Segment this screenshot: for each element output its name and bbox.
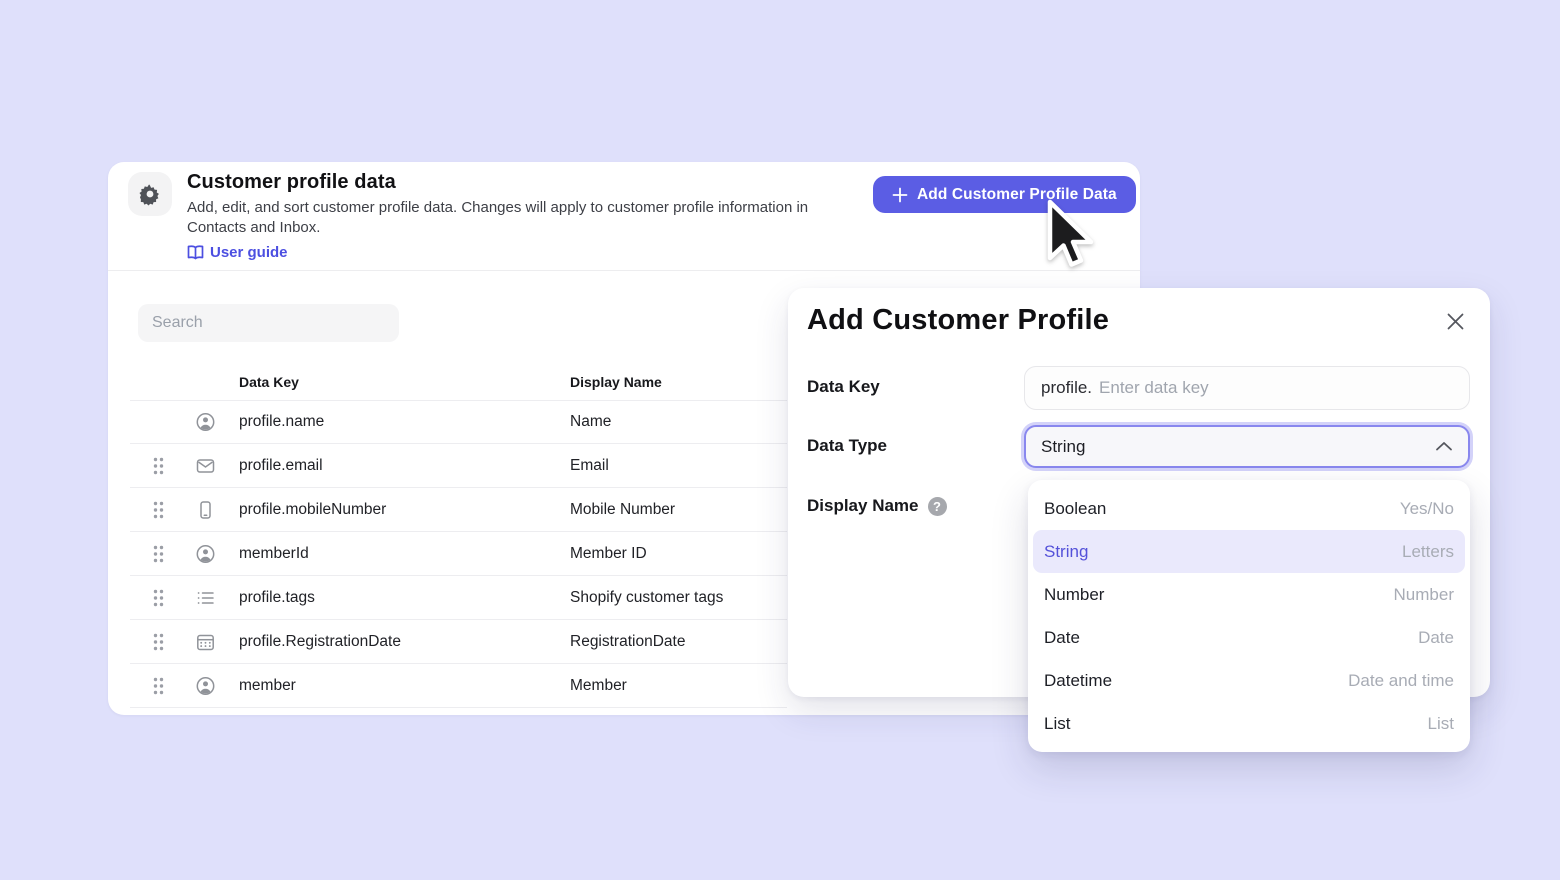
display-name-cell: Member ID — [570, 544, 647, 562]
gear-icon — [138, 182, 162, 206]
data-key-cell: profile.RegistrationDate — [239, 632, 401, 650]
header-divider — [108, 270, 1140, 271]
data-key-cell: memberId — [239, 544, 309, 562]
dropdown-option-boolean[interactable]: Boolean Yes/No — [1033, 487, 1465, 530]
list-icon — [196, 588, 215, 607]
display-name-cell: Name — [570, 412, 612, 430]
data-key-label: Data Key — [807, 377, 880, 396]
data-type-dropdown: Boolean Yes/No String Letters Number Num… — [1028, 480, 1470, 752]
drag-handle-icon[interactable] — [152, 676, 165, 695]
mouse-cursor-icon — [1042, 198, 1100, 280]
display-name-cell: RegistrationDate — [570, 632, 686, 650]
table-row: profile.mobileNumber Mobile Number — [130, 488, 787, 532]
table-row: profile.name Name — [130, 400, 787, 444]
display-name-cell: Shopify customer tags — [570, 588, 724, 606]
data-key-cell: profile.name — [239, 412, 325, 430]
column-header-data-key: Data Key — [239, 374, 299, 390]
drag-handle-icon[interactable] — [152, 632, 165, 651]
dropdown-option-datetime[interactable]: Datetime Date and time — [1033, 659, 1465, 702]
display-name-cell: Member — [570, 676, 627, 694]
modal-title: Add Customer Profile — [807, 304, 1110, 336]
data-key-cell: member — [239, 676, 296, 694]
data-key-input[interactable]: profile. Enter data key — [1024, 366, 1470, 410]
plus-icon — [892, 187, 908, 203]
display-name-cell: Mobile Number — [570, 500, 676, 518]
dropdown-option-list[interactable]: List List — [1033, 702, 1465, 745]
data-key-cell: profile.tags — [239, 588, 315, 606]
phone-icon — [196, 500, 215, 519]
data-type-select[interactable]: String — [1024, 425, 1470, 468]
display-name-cell: Email — [570, 456, 609, 474]
help-icon[interactable]: ? — [927, 496, 947, 516]
chevron-up-icon — [1435, 441, 1453, 452]
calendar-icon — [196, 632, 215, 651]
data-key-placeholder: Enter data key — [1099, 378, 1209, 397]
person-icon — [196, 676, 215, 695]
data-key-cell: profile.mobileNumber — [239, 500, 387, 518]
table-row: profile.RegistrationDate RegistrationDat… — [130, 620, 787, 664]
search-input[interactable]: Search — [138, 304, 399, 342]
dropdown-option-number[interactable]: Number Number — [1033, 573, 1465, 616]
search-placeholder: Search — [152, 314, 203, 331]
close-icon[interactable] — [1442, 308, 1468, 334]
table-row: member Member — [130, 664, 787, 708]
drag-handle-icon[interactable] — [152, 456, 165, 475]
data-key-prefix: profile. — [1041, 378, 1093, 397]
drag-handle-icon[interactable] — [152, 588, 165, 607]
page-title: Customer profile data — [187, 171, 396, 193]
data-type-label: Data Type — [807, 436, 887, 455]
person-icon — [196, 544, 215, 563]
table-row: profile.email Email — [130, 444, 787, 488]
page-background: Customer profile data Add, edit, and sor… — [0, 0, 1560, 880]
drag-handle-icon[interactable] — [152, 500, 165, 519]
table-body: profile.name Name profile.email Email pr… — [130, 400, 787, 715]
drag-handle-icon[interactable] — [152, 544, 165, 563]
table-row-partial — [130, 708, 787, 715]
settings-icon-badge — [128, 172, 172, 216]
person-icon — [196, 412, 215, 431]
envelope-icon — [196, 456, 215, 475]
column-header-display-name: Display Name — [570, 374, 662, 390]
data-type-value: String — [1041, 436, 1086, 456]
dropdown-option-string[interactable]: String Letters — [1033, 530, 1465, 573]
dropdown-option-date[interactable]: Date Date — [1033, 616, 1465, 659]
display-name-label: Display Name ? — [807, 496, 947, 516]
page-description: Add, edit, and sort customer profile dat… — [187, 199, 809, 236]
data-key-cell: profile.email — [239, 456, 323, 474]
user-guide-link[interactable]: User guide — [187, 244, 288, 261]
table-row: profile.tags Shopify customer tags — [130, 576, 787, 620]
table-header: Data Key Display Name — [130, 362, 787, 401]
book-icon — [187, 245, 204, 260]
user-guide-label: User guide — [210, 244, 288, 261]
table-row: memberId Member ID — [130, 532, 787, 576]
